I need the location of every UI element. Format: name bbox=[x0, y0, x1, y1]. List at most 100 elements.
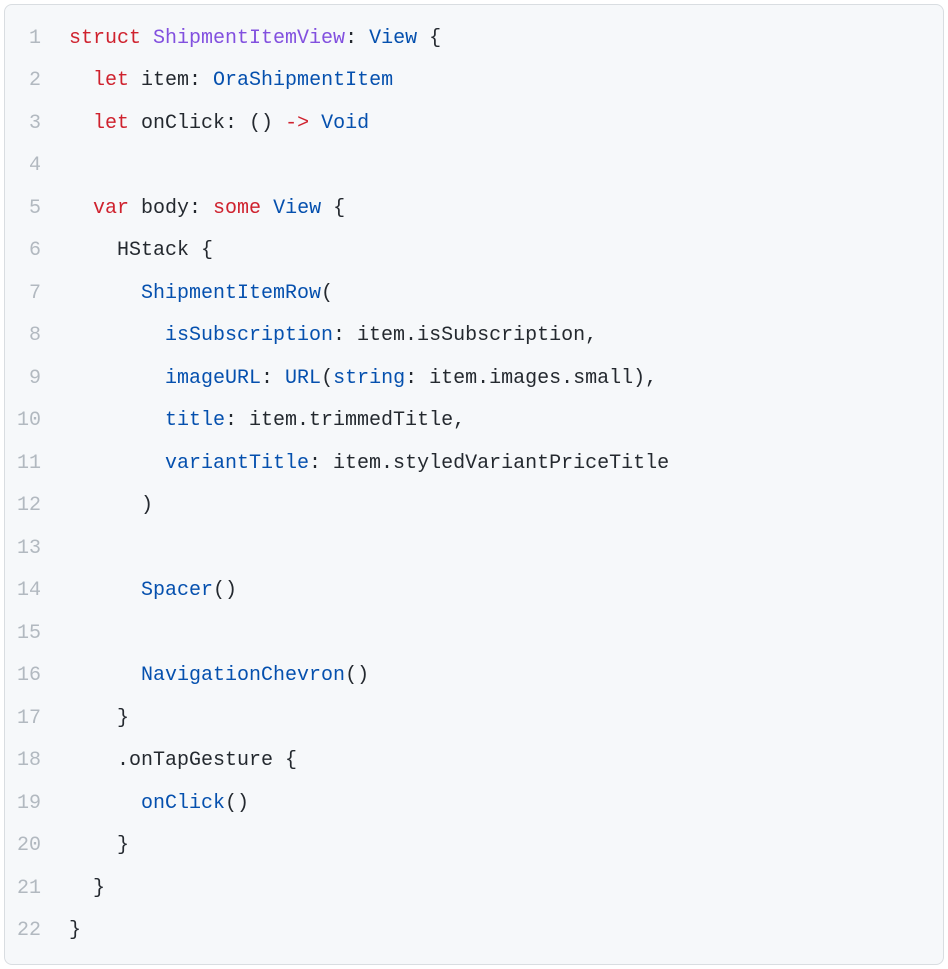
token-call: NavigationChevron bbox=[141, 664, 345, 687]
line-number: 6 bbox=[5, 231, 51, 270]
token-type-ref: OraShipmentItem bbox=[213, 69, 393, 92]
token bbox=[69, 197, 93, 220]
code-line: 6 HStack { bbox=[5, 230, 943, 273]
token: () bbox=[225, 792, 249, 815]
code-line: 11 variantTitle: item.styledVariantPrice… bbox=[5, 442, 943, 485]
code-content: HStack { bbox=[51, 231, 213, 270]
code-block: 1 struct ShipmentItemView: View { 2 let … bbox=[4, 4, 944, 965]
token bbox=[69, 282, 141, 305]
token: item: bbox=[129, 69, 213, 92]
line-number: 5 bbox=[5, 189, 51, 228]
code-content: ShipmentItemRow( bbox=[51, 274, 333, 313]
token-param: imageURL bbox=[165, 367, 261, 390]
code-line: 7 ShipmentItemRow( bbox=[5, 272, 943, 315]
line-number: 20 bbox=[5, 826, 51, 865]
token: { bbox=[321, 197, 345, 220]
code-line: 22 } bbox=[5, 910, 943, 953]
code-content: struct ShipmentItemView: View { bbox=[51, 19, 441, 58]
line-number: 22 bbox=[5, 911, 51, 950]
token-keyword: some bbox=[213, 197, 261, 220]
token-param: variantTitle bbox=[165, 452, 309, 475]
token bbox=[309, 112, 321, 135]
token bbox=[69, 324, 165, 347]
token: : bbox=[261, 367, 285, 390]
code-content: .onTapGesture { bbox=[51, 741, 297, 780]
token: } bbox=[69, 919, 81, 942]
token-keyword: let bbox=[93, 112, 129, 135]
token bbox=[69, 69, 93, 92]
token-type-ref: View bbox=[273, 197, 321, 220]
token-call: Spacer bbox=[141, 579, 213, 602]
code-content: } bbox=[51, 699, 129, 738]
token bbox=[69, 112, 93, 135]
code-content: let onClick: () -> Void bbox=[51, 104, 369, 143]
line-number: 12 bbox=[5, 486, 51, 525]
token bbox=[69, 579, 141, 602]
token bbox=[69, 452, 165, 475]
code-line: 12 ) bbox=[5, 485, 943, 528]
token: : item.images.small), bbox=[405, 367, 657, 390]
line-number: 4 bbox=[5, 146, 51, 185]
code-line: 3 let onClick: () -> Void bbox=[5, 102, 943, 145]
code-content: } bbox=[51, 869, 105, 908]
line-number: 13 bbox=[5, 529, 51, 568]
token: () bbox=[345, 664, 369, 687]
line-number: 10 bbox=[5, 401, 51, 440]
token: } bbox=[69, 877, 105, 900]
code-content: } bbox=[51, 911, 81, 950]
code-content: NavigationChevron() bbox=[51, 656, 369, 695]
line-number: 16 bbox=[5, 656, 51, 695]
token-keyword: -> bbox=[285, 112, 309, 135]
line-number: 7 bbox=[5, 274, 51, 313]
token: () bbox=[213, 579, 237, 602]
token: ( bbox=[321, 282, 333, 305]
code-line: 16 NavigationChevron() bbox=[5, 655, 943, 698]
token: : item.isSubscription, bbox=[333, 324, 597, 347]
code-line: 13 bbox=[5, 527, 943, 570]
code-line: 8 isSubscription: item.isSubscription, bbox=[5, 315, 943, 358]
code-line: 9 imageURL: URL(string: item.images.smal… bbox=[5, 357, 943, 400]
token: : bbox=[345, 27, 369, 50]
token-call: onClick bbox=[141, 792, 225, 815]
token-keyword: let bbox=[93, 69, 129, 92]
code-content: variantTitle: item.styledVariantPriceTit… bbox=[51, 444, 669, 483]
code-line: 2 let item: OraShipmentItem bbox=[5, 60, 943, 103]
code-line: 21 } bbox=[5, 867, 943, 910]
token: ( bbox=[321, 367, 333, 390]
line-number: 3 bbox=[5, 104, 51, 143]
code-line: 19 onClick() bbox=[5, 782, 943, 825]
token: ) bbox=[69, 494, 153, 517]
code-content: onClick() bbox=[51, 784, 249, 823]
token: { bbox=[417, 27, 441, 50]
code-content: isSubscription: item.isSubscription, bbox=[51, 316, 597, 355]
token-type-ref: View bbox=[369, 27, 417, 50]
code-content: let item: OraShipmentItem bbox=[51, 61, 393, 100]
line-number: 11 bbox=[5, 444, 51, 483]
code-line: 14 Spacer() bbox=[5, 570, 943, 613]
code-content: imageURL: URL(string: item.images.small)… bbox=[51, 359, 657, 398]
token: HStack { bbox=[69, 239, 213, 262]
token-keyword: struct bbox=[69, 27, 141, 50]
token bbox=[141, 27, 153, 50]
token bbox=[69, 409, 165, 432]
code-line: 4 bbox=[5, 145, 943, 188]
code-line: 10 title: item.trimmedTitle, bbox=[5, 400, 943, 443]
code-line: 15 bbox=[5, 612, 943, 655]
line-number: 1 bbox=[5, 19, 51, 58]
token bbox=[69, 664, 141, 687]
code-line: 20 } bbox=[5, 825, 943, 868]
line-number: 9 bbox=[5, 359, 51, 398]
code-content: ) bbox=[51, 486, 153, 525]
code-content: title: item.trimmedTitle, bbox=[51, 401, 465, 440]
line-number: 14 bbox=[5, 571, 51, 610]
token-call: ShipmentItemRow bbox=[141, 282, 321, 305]
token: onClick: () bbox=[129, 112, 285, 135]
token bbox=[69, 367, 165, 390]
code-line: 1 struct ShipmentItemView: View { bbox=[5, 17, 943, 60]
token-type: ShipmentItemView bbox=[153, 27, 345, 50]
line-number: 21 bbox=[5, 869, 51, 908]
code-line: 5 var body: some View { bbox=[5, 187, 943, 230]
token-param: isSubscription bbox=[165, 324, 333, 347]
token bbox=[69, 792, 141, 815]
token-param: string bbox=[333, 367, 405, 390]
